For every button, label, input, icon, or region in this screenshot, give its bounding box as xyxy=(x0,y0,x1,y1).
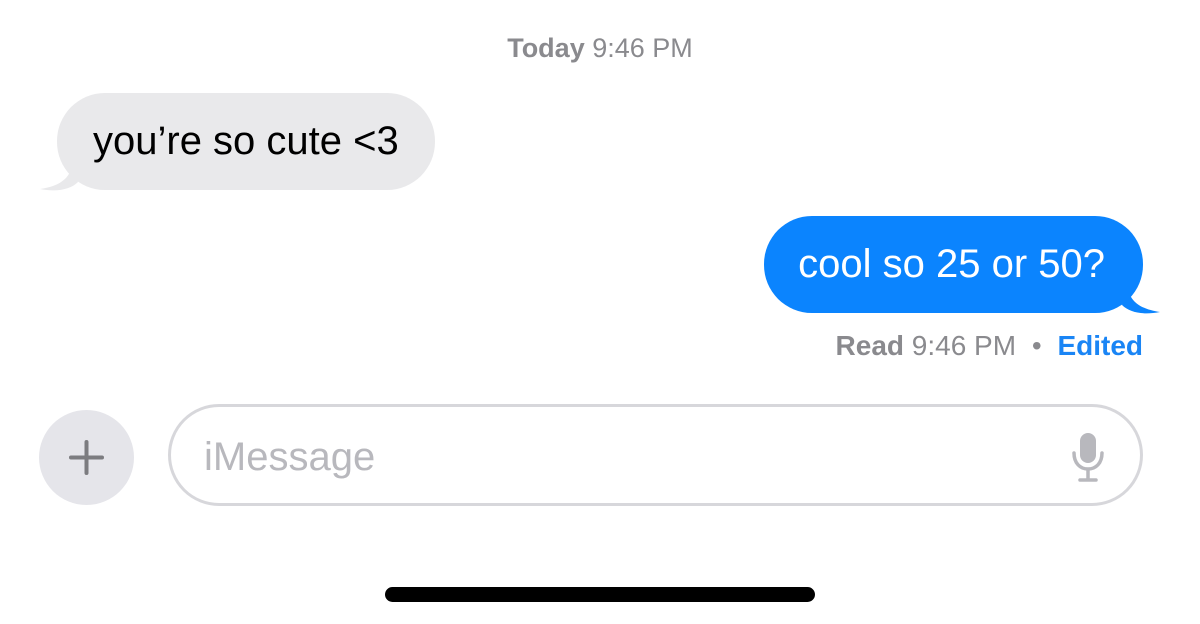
incoming-message-bubble[interactable]: you’re so cute <3 xyxy=(57,93,435,190)
conversation-timestamp: Today 9:46 PM xyxy=(0,30,1200,66)
home-indicator[interactable] xyxy=(385,587,815,602)
add-attachment-button[interactable] xyxy=(39,410,134,505)
message-input[interactable]: iMessage xyxy=(168,404,1143,506)
read-receipt: Read 9:46 PM • Edited xyxy=(836,327,1143,365)
outgoing-message-text: cool so 25 or 50? xyxy=(798,242,1105,286)
outgoing-message-bubble[interactable]: cool so 25 or 50? xyxy=(764,216,1143,313)
read-time: 9:46 PM xyxy=(911,330,1017,361)
receipt-separator: • xyxy=(1031,330,1042,361)
timestamp-day: Today xyxy=(507,33,585,63)
incoming-message-text: you’re so cute <3 xyxy=(93,119,399,163)
plus-icon xyxy=(69,440,104,475)
edited-label[interactable]: Edited xyxy=(1057,330,1143,361)
microphone-icon[interactable] xyxy=(1070,431,1106,483)
message-input-placeholder: iMessage xyxy=(204,435,376,479)
read-label: Read xyxy=(835,330,904,361)
timestamp-time: 9:46 PM xyxy=(592,33,693,63)
